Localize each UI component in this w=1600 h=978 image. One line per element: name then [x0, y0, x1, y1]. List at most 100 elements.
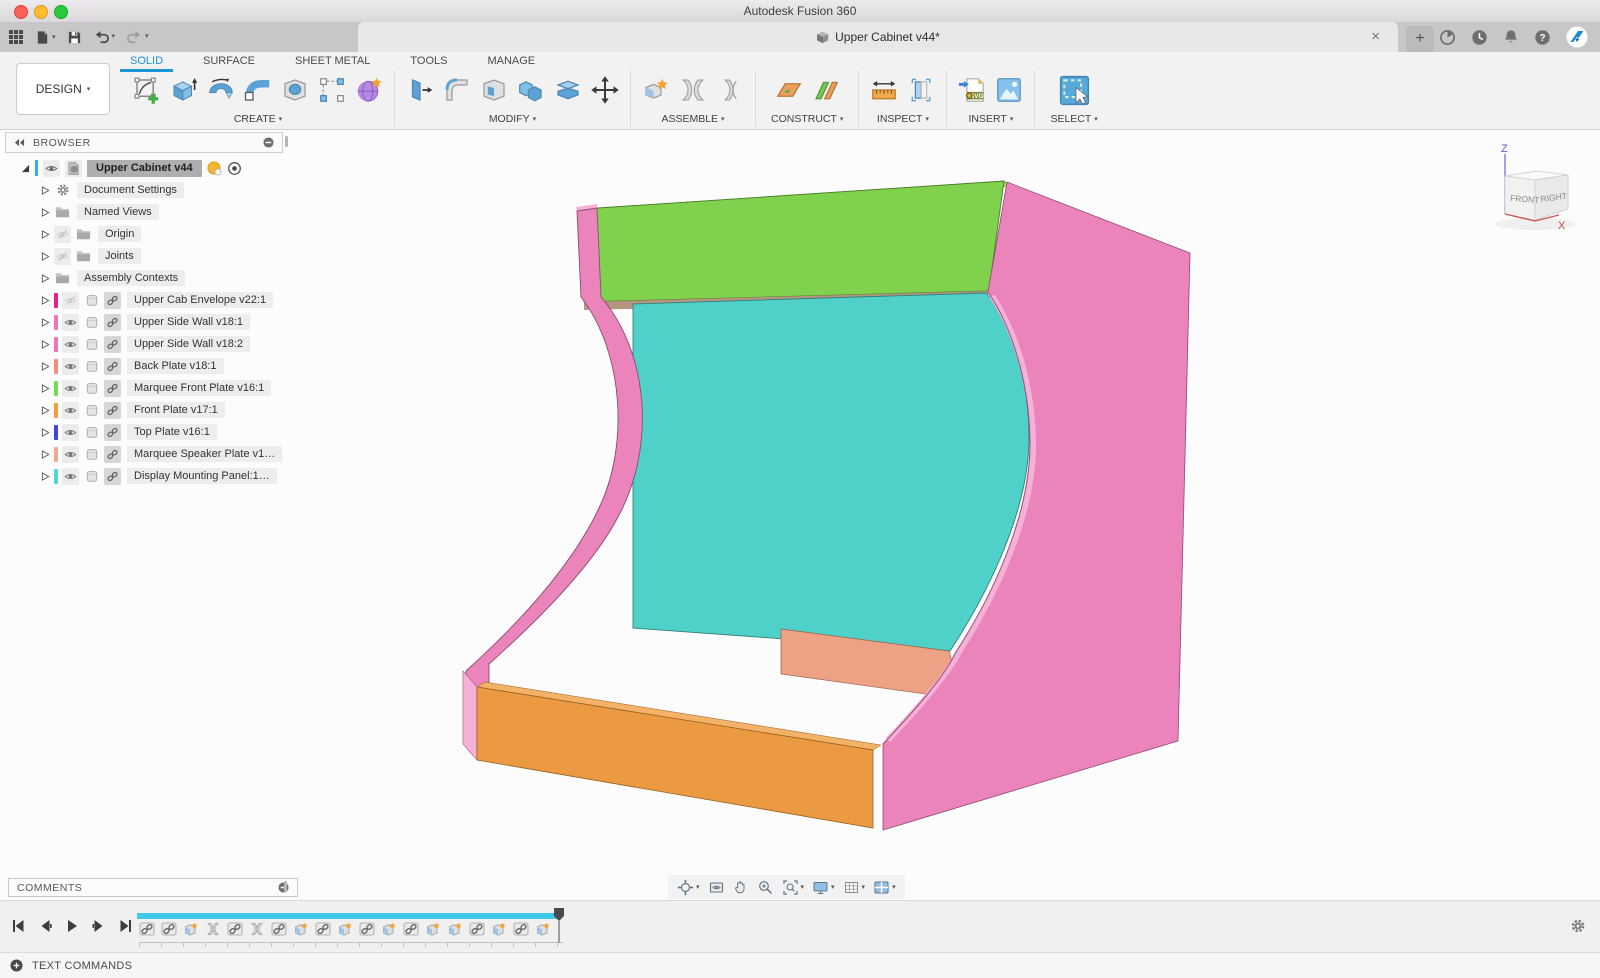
visibility-eye-icon[interactable] — [62, 358, 79, 375]
expand-closed-icon[interactable] — [41, 274, 50, 283]
expand-closed-icon[interactable] — [41, 230, 50, 239]
component-feature-icon[interactable] — [293, 921, 309, 937]
expand-closed-icon[interactable] — [41, 296, 50, 305]
text-commands-bar[interactable]: TEXT COMMANDS — [0, 952, 1600, 978]
expand-closed-icon[interactable] — [41, 406, 50, 415]
display-settings-icon[interactable]: ▾ — [812, 879, 835, 896]
browser-item-label[interactable]: Marquee Front Plate v16:1 — [127, 380, 271, 396]
browser-item-label[interactable]: Back Plate v18:1 — [127, 358, 224, 374]
expand-closed-icon[interactable] — [41, 428, 50, 437]
component-feature-icon[interactable] — [425, 921, 441, 937]
browser-item-label[interactable]: Document Settings — [77, 182, 184, 198]
visibility-eye-icon[interactable] — [62, 468, 79, 485]
browser-item-label[interactable]: Named Views — [77, 204, 159, 220]
zoom-icon[interactable] — [757, 879, 774, 896]
link-feature-icon[interactable] — [315, 921, 331, 937]
expand-closed-icon[interactable] — [41, 208, 50, 217]
browser-item-marquee-front-plate-v16-1[interactable]: Marquee Front Plate v16:1 — [5, 377, 283, 399]
model-front-plate[interactable] — [477, 687, 873, 828]
browser-item-label[interactable]: Assembly Contexts — [77, 270, 185, 286]
expand-closed-icon[interactable] — [41, 340, 50, 349]
visibility-eye-off-icon[interactable] — [54, 248, 71, 265]
browser-item-named-views[interactable]: Named Views — [5, 201, 283, 223]
visibility-eye-off-icon[interactable] — [62, 292, 79, 309]
scrollbar-thumb[interactable] — [285, 136, 288, 147]
expand-closed-icon[interactable] — [41, 252, 50, 261]
expand-open-icon[interactable] — [21, 164, 30, 173]
panel-options-icon[interactable] — [263, 137, 274, 148]
look-at-icon[interactable] — [708, 879, 725, 896]
browser-header[interactable]: BROWSER — [5, 132, 283, 153]
viewports-icon[interactable]: ▾ — [873, 879, 896, 896]
visibility-eye-icon[interactable] — [62, 402, 79, 419]
expand-closed-icon[interactable] — [41, 384, 50, 393]
orbit-icon[interactable]: ▾ — [677, 879, 700, 896]
go-to-start-icon[interactable] — [8, 916, 27, 935]
browser-item-label[interactable]: Upper Side Wall v18:2 — [127, 336, 250, 352]
browser-item-label[interactable]: Marquee Speaker Plate v1… — [127, 446, 282, 462]
play-icon[interactable] — [62, 916, 81, 935]
expand-closed-icon[interactable] — [41, 318, 50, 327]
browser-item-label[interactable]: Upper Cab Envelope v22:1 — [127, 292, 273, 308]
link-feature-icon[interactable] — [161, 921, 177, 937]
collapse-panel-icon[interactable] — [14, 138, 25, 147]
component-feature-icon[interactable] — [381, 921, 397, 937]
fit-icon[interactable]: ▾ — [782, 879, 805, 896]
browser-item-root[interactable]: Upper Cabinet v44 — [5, 157, 283, 179]
visibility-eye-icon[interactable] — [43, 160, 60, 177]
browser-item-label[interactable]: Display Mounting Panel:1… — [127, 468, 277, 484]
ground-target-icon[interactable] — [227, 161, 242, 176]
browser-item-upper-cab-envelope-v22-1[interactable]: Upper Cab Envelope v22:1 — [5, 289, 283, 311]
link-feature-icon[interactable] — [271, 921, 287, 937]
scrollbar-thumb[interactable] — [284, 881, 287, 892]
visibility-eye-icon[interactable] — [62, 380, 79, 397]
component-feature-icon[interactable] — [535, 921, 551, 937]
visibility-eye-off-icon[interactable] — [54, 226, 71, 243]
model-display-mounting-panel[interactable] — [633, 293, 1029, 651]
browser-item-document-settings[interactable]: Document Settings — [5, 179, 283, 201]
timeline-marker-bar[interactable] — [137, 913, 561, 919]
link-feature-icon[interactable] — [227, 921, 243, 937]
component-feature-icon[interactable] — [491, 921, 507, 937]
grid-snaps-icon[interactable]: ▾ — [843, 879, 866, 896]
expand-closed-icon[interactable] — [41, 472, 50, 481]
model-marquee-front-plate[interactable] — [583, 181, 1004, 302]
pan-icon[interactable] — [733, 879, 749, 895]
browser-item-label[interactable]: Origin — [98, 226, 141, 242]
visibility-eye-icon[interactable] — [62, 424, 79, 441]
link-feature-icon[interactable] — [513, 921, 529, 937]
browser-item-origin[interactable]: Origin — [5, 223, 283, 245]
joint-feature-icon[interactable] — [205, 921, 221, 937]
text-commands-icon[interactable] — [10, 959, 23, 972]
link-feature-icon[interactable] — [469, 921, 485, 937]
browser-item-back-plate-v18-1[interactable]: Back Plate v18:1 — [5, 355, 283, 377]
viewcube[interactable]: Z FRONT RIGHT X — [1455, 140, 1590, 242]
expand-closed-icon[interactable] — [41, 362, 50, 371]
component-feature-icon[interactable] — [337, 921, 353, 937]
browser-item-marquee-speaker-plate-v1[interactable]: Marquee Speaker Plate v1… — [5, 443, 283, 465]
browser-item-upper-side-wall-v18-2[interactable]: Upper Side Wall v18:2 — [5, 333, 283, 355]
browser-item-upper-side-wall-v18-1[interactable]: Upper Side Wall v18:1 — [5, 311, 283, 333]
visibility-eye-icon[interactable] — [62, 314, 79, 331]
browser-item-label[interactable]: Upper Side Wall v18:1 — [127, 314, 250, 330]
component-feature-icon[interactable] — [183, 921, 199, 937]
browser-item-label[interactable]: Front Plate v17:1 — [127, 402, 225, 418]
component-feature-icon[interactable] — [447, 921, 463, 937]
root-component-label[interactable]: Upper Cabinet v44 — [87, 160, 202, 177]
step-forward-icon[interactable] — [89, 916, 108, 935]
browser-item-assembly-contexts[interactable]: Assembly Contexts — [5, 267, 283, 289]
link-feature-icon[interactable] — [359, 921, 375, 937]
expand-closed-icon[interactable] — [41, 186, 50, 195]
expand-closed-icon[interactable] — [41, 450, 50, 459]
timeline-settings-gear-icon[interactable] — [1570, 918, 1586, 934]
link-feature-icon[interactable] — [403, 921, 419, 937]
browser-item-joints[interactable]: Joints — [5, 245, 283, 267]
comments-panel[interactable]: COMMENTS — [8, 878, 298, 897]
browser-item-display-mounting-panel-1[interactable]: Display Mounting Panel:1… — [5, 465, 283, 487]
joint-feature-icon[interactable] — [249, 921, 265, 937]
browser-item-front-plate-v17-1[interactable]: Front Plate v17:1 — [5, 399, 283, 421]
browser-item-label[interactable]: Top Plate v16:1 — [127, 424, 217, 440]
browser-item-label[interactable]: Joints — [98, 248, 141, 264]
visibility-eye-icon[interactable] — [62, 336, 79, 353]
step-back-icon[interactable] — [35, 916, 54, 935]
